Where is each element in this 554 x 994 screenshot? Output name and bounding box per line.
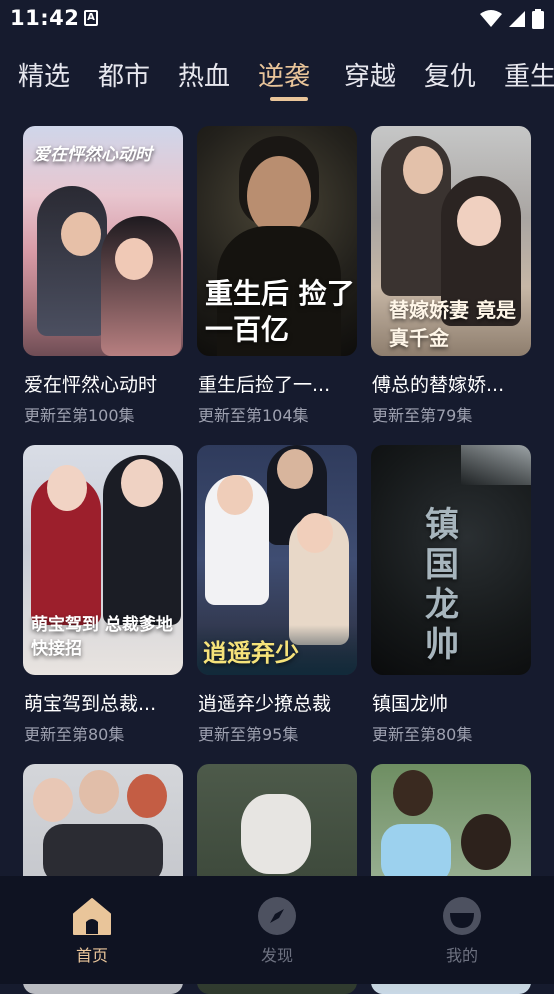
poster-title-art: 镇国龙帅 — [425, 505, 459, 665]
drama-card[interactable]: 萌宝驾到 总裁爹地快接招 萌宝驾到总裁... 更新至第80集 — [23, 445, 183, 744]
drama-poster[interactable]: 爱在怦然心动时 — [23, 126, 183, 356]
drama-title: 傅总的替嫁娇... — [372, 374, 505, 396]
drama-episode-count: 更新至第100集 — [24, 406, 135, 425]
drama-title: 爱在怦然心动时 — [24, 374, 158, 396]
tab-jingxuan[interactable]: 精选 — [18, 56, 70, 93]
nav-home-label: 首页 — [75, 946, 108, 965]
tab-chuanyue[interactable]: 穿越 — [344, 56, 396, 93]
nav-home[interactable]: 首页 — [52, 896, 132, 966]
drama-card[interactable]: 爱在怦然心动时 爱在怦然心动时 更新至第100集 — [23, 126, 183, 425]
active-tab-indicator — [270, 97, 308, 101]
tab-dushi[interactable]: 都市 — [98, 56, 150, 93]
drama-poster[interactable]: 逍遥弃少 — [197, 445, 357, 675]
drama-poster[interactable]: 重生后 捡了一百亿 — [197, 126, 357, 356]
status-icons — [480, 9, 544, 29]
poster-title-art: 替嫁娇妻 竟是真千金 — [389, 298, 516, 350]
drama-episode-count: 更新至第80集 — [372, 725, 473, 744]
status-time: 11:42 — [10, 6, 80, 30]
bottom-nav-bar: 首页 发现 我的 — [0, 876, 554, 984]
nav-profile[interactable]: 我的 — [422, 896, 502, 966]
wifi-icon — [480, 10, 502, 27]
profile-icon — [442, 896, 482, 936]
drama-card[interactable]: 镇国龙帅 镇国龙帅 更新至第80集 — [371, 445, 531, 744]
nav-discover-label: 发现 — [260, 946, 293, 965]
drama-poster[interactable]: 萌宝驾到 总裁爹地快接招 — [23, 445, 183, 675]
drama-card[interactable]: 替嫁娇妻 竟是真千金 傅总的替嫁娇... 更新至第79集 — [371, 126, 531, 425]
drama-card[interactable]: 逍遥弃少 逍遥弃少撩总裁 更新至第95集 — [197, 445, 357, 744]
drama-card[interactable]: 重生后 捡了一百亿 重生后捡了一... 更新至第104集 — [197, 126, 357, 425]
compass-icon — [257, 896, 297, 936]
poster-title-art: 爱在怦然心动时 — [33, 145, 152, 165]
signal-icon — [509, 11, 525, 27]
nav-discover[interactable]: 发现 — [237, 896, 317, 966]
drama-title: 逍遥弃少撩总裁 — [198, 693, 332, 715]
tab-fuchou[interactable]: 复仇 — [424, 56, 476, 93]
nav-profile-label: 我的 — [445, 946, 478, 965]
tab-chongsheng[interactable]: 重生 — [504, 56, 554, 93]
drama-episode-count: 更新至第80集 — [24, 725, 125, 744]
drama-poster[interactable]: 镇国龙帅 — [371, 445, 531, 675]
tab-rexue[interactable]: 热血 — [178, 56, 230, 93]
poster-title-art: 逍遥弃少 — [203, 638, 299, 667]
poster-title-art: 萌宝驾到 总裁爹地快接招 — [31, 615, 173, 659]
status-bar: 11:42 A — [0, 0, 554, 40]
battery-icon — [532, 9, 544, 29]
drama-title: 镇国龙帅 — [372, 693, 449, 715]
tab-nixi[interactable]: 逆袭 — [258, 56, 310, 93]
drama-title: 重生后捡了一... — [198, 374, 331, 396]
drama-episode-count: 更新至第79集 — [372, 406, 473, 425]
poster-title-art: 重生后 捡了一百亿 — [205, 277, 355, 346]
app-notification-icon: A — [84, 10, 98, 26]
drama-episode-count: 更新至第95集 — [198, 725, 299, 744]
drama-title: 萌宝驾到总裁... — [24, 693, 157, 715]
drama-episode-count: 更新至第104集 — [198, 406, 309, 425]
drama-poster[interactable]: 替嫁娇妻 竟是真千金 — [371, 126, 531, 356]
home-icon — [72, 896, 112, 936]
